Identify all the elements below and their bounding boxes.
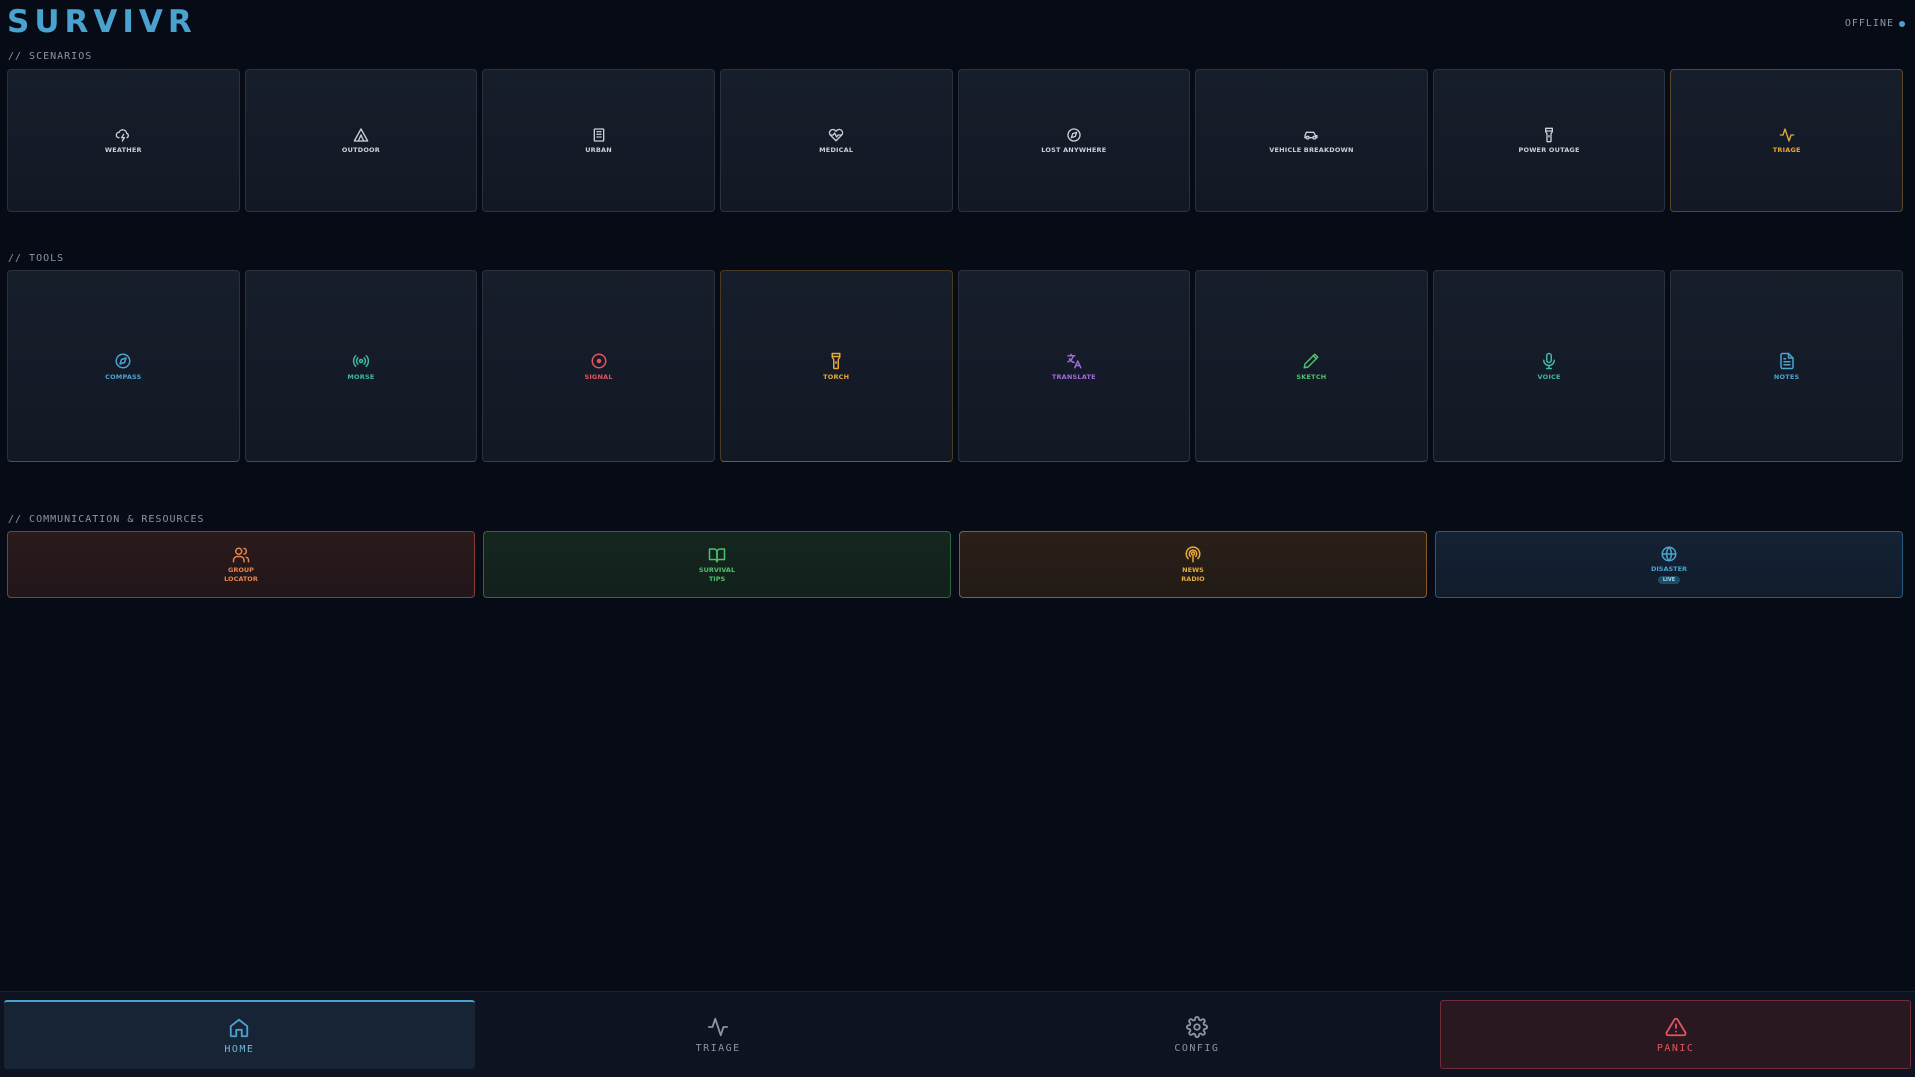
comms-label-line2: RADIO xyxy=(1181,574,1205,583)
scenario-urban[interactable]: URBAN xyxy=(482,69,715,212)
languages-icon xyxy=(1067,353,1082,368)
tool-label: MORSE xyxy=(347,372,375,381)
comms-label: GROUP LOCATOR xyxy=(224,566,258,584)
section-label-tools: // TOOLS xyxy=(8,253,65,264)
scenarios-grid: WEATHER OUTDOOR URBAN MEDICAL LOST ANYWH… xyxy=(7,69,1903,212)
status-dot-icon xyxy=(1899,20,1905,27)
users-icon xyxy=(232,547,250,562)
survival-tips-button[interactable]: SURVIVAL TIPS xyxy=(483,531,951,598)
tool-torch[interactable]: TORCH xyxy=(719,270,953,462)
live-badge: LIVE xyxy=(1657,576,1681,584)
scenario-label: TRIAGE xyxy=(1772,146,1801,154)
scenario-outdoor[interactable]: OUTDOOR xyxy=(244,69,478,212)
scenario-label: WEATHER xyxy=(104,146,142,154)
comms-grid: GROUP LOCATOR SURVIVAL TIPS NEWS RADIO DISA… xyxy=(7,531,1903,598)
news-radio-button[interactable]: NEWS RADIO xyxy=(959,531,1427,598)
bottom-nav: HOME TRIAGE CONFIG PANIC xyxy=(0,991,1915,1077)
nav-panic[interactable]: PANIC xyxy=(1440,1000,1911,1069)
gear-icon xyxy=(1185,1015,1208,1038)
nav-config[interactable]: CONFIG xyxy=(962,1000,1433,1069)
nav-label: CONFIG xyxy=(1174,1042,1220,1054)
tool-label: SIGNAL xyxy=(584,372,613,381)
building-icon xyxy=(593,128,604,142)
scenario-triage[interactable]: TRIAGE xyxy=(1670,69,1903,212)
tool-sketch[interactable]: SKETCH xyxy=(1195,270,1428,462)
nav-label: PANIC xyxy=(1656,1042,1695,1054)
connection-status: OFFLINE xyxy=(1845,18,1905,29)
scenario-lost-anywhere[interactable]: LOST ANYWHERE xyxy=(957,69,1191,212)
tool-compass[interactable]: COMPASS xyxy=(7,270,240,462)
globe-icon xyxy=(1661,546,1677,562)
comms-label: SURVIVAL TIPS xyxy=(699,566,735,584)
podcast-icon xyxy=(1185,545,1201,562)
nav-label: HOME xyxy=(224,1043,255,1055)
disaster-live-button[interactable]: DISASTER LIVE xyxy=(1435,531,1903,598)
activity-icon xyxy=(1779,128,1795,142)
radio-waves-icon xyxy=(352,354,370,367)
compass-icon xyxy=(1067,128,1081,142)
scenario-power-outage[interactable]: POWER OUTAGE xyxy=(1432,69,1666,212)
tools-grid: COMPASS MORSE SIGNAL TORCH TRANSLATE SKE… xyxy=(7,270,1903,462)
flashlight-icon xyxy=(831,352,841,369)
comms-label: DISASTER xyxy=(1650,565,1688,573)
tool-signal[interactable]: SIGNAL xyxy=(482,270,715,462)
comms-label-line1: NEWS xyxy=(1182,565,1204,574)
comms-label-line1: SURVIVAL xyxy=(698,565,736,574)
nav-label: TRIAGE xyxy=(695,1042,741,1054)
tool-notes[interactable]: NOTES xyxy=(1670,270,1903,462)
activity-icon xyxy=(708,1017,729,1036)
tool-label: COMPASS xyxy=(105,372,142,381)
alert-triangle-icon xyxy=(1665,1017,1687,1036)
scenario-label: LOST ANYWHERE xyxy=(1041,146,1107,154)
scenario-label: VEHICLE BREAKDOWN xyxy=(1269,146,1354,154)
app-logo: SURVIVR xyxy=(7,4,197,40)
tool-label: VOICE xyxy=(1537,372,1561,381)
book-open-icon xyxy=(708,547,726,562)
comms-label-line1: GROUP xyxy=(228,565,254,574)
scenario-medical[interactable]: MEDICAL xyxy=(719,69,953,212)
flashlight-icon xyxy=(1545,127,1554,143)
nav-home[interactable]: HOME xyxy=(4,1000,475,1069)
tool-morse[interactable]: MORSE xyxy=(244,270,478,462)
app-root: SURVIVR OFFLINE // SCENARIOS WEATHER OUT… xyxy=(0,0,1915,1077)
group-locator-button[interactable]: GROUP LOCATOR xyxy=(7,531,475,598)
home-icon xyxy=(230,1018,249,1037)
comms-label-line2: TIPS xyxy=(708,574,726,583)
car-icon xyxy=(1304,131,1319,140)
target-icon xyxy=(591,353,607,368)
scenario-label: OUTDOOR xyxy=(341,146,380,154)
tent-icon xyxy=(353,128,369,142)
tool-translate[interactable]: TRANSLATE xyxy=(957,270,1191,462)
scenario-weather[interactable]: WEATHER xyxy=(7,69,240,212)
status-text: OFFLINE xyxy=(1844,18,1894,29)
heart-pulse-icon xyxy=(829,128,844,142)
section-label-comms: // COMMUNICATION & RESOURCES xyxy=(8,514,205,525)
comms-label: NEWS RADIO xyxy=(1181,566,1204,584)
tool-label: TRANSLATE xyxy=(1051,372,1096,381)
comms-label-line2: LOCATOR xyxy=(224,574,258,583)
cloud-lightning-icon xyxy=(116,129,130,142)
microphone-icon xyxy=(1543,352,1556,369)
section-label-scenarios: // SCENARIOS xyxy=(8,51,93,62)
scenario-vehicle-breakdown[interactable]: VEHICLE BREAKDOWN xyxy=(1195,69,1428,212)
scenario-label: MEDICAL xyxy=(819,146,854,154)
tool-label: SKETCH xyxy=(1296,372,1327,381)
scenario-label: POWER OUTAGE xyxy=(1518,146,1580,154)
nav-triage[interactable]: TRIAGE xyxy=(483,1000,954,1069)
file-text-icon xyxy=(1779,352,1794,369)
tool-label: TORCH xyxy=(823,372,850,381)
tool-label: NOTES xyxy=(1773,372,1800,381)
pencil-icon xyxy=(1303,353,1319,368)
tool-voice[interactable]: VOICE xyxy=(1432,270,1666,462)
compass-icon xyxy=(115,353,131,368)
scenario-label: URBAN xyxy=(585,146,612,154)
